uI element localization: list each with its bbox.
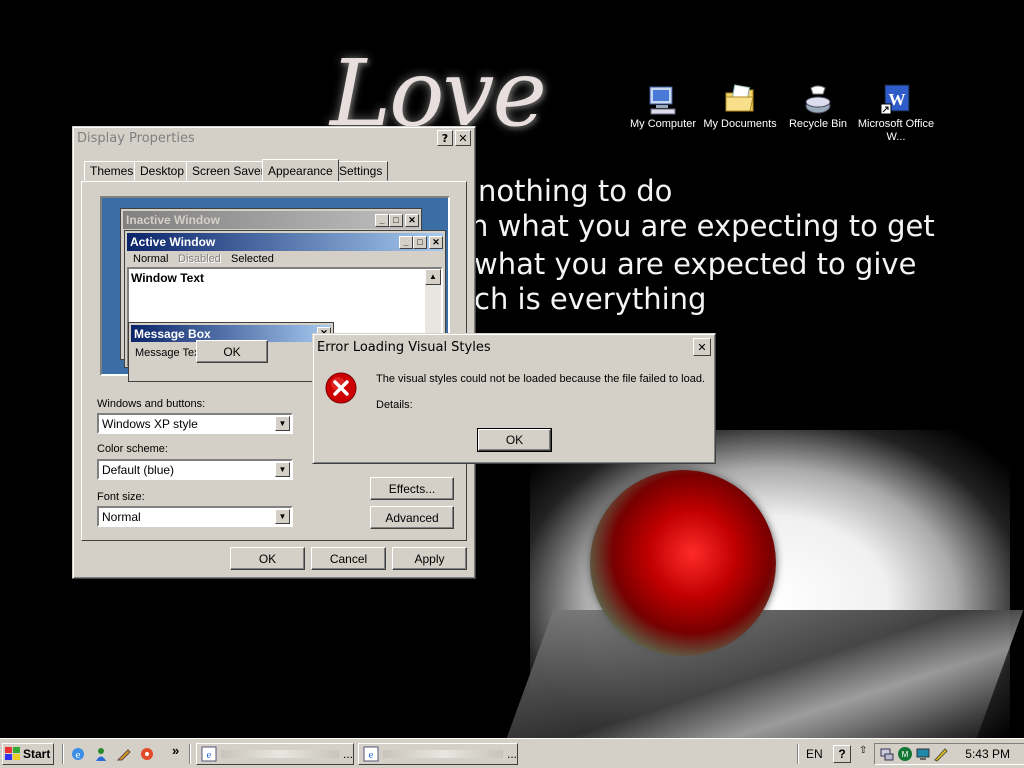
ie-icon[interactable]: e (70, 746, 86, 762)
taskbar-divider (797, 744, 799, 764)
desktop-icon-my-documents[interactable]: My Documents (701, 84, 779, 131)
wallpaper-line: what you are expected to give (474, 247, 917, 281)
folder-documents-icon (723, 84, 757, 116)
font-size-select[interactable]: Normal ▼ (97, 506, 293, 527)
monitor-icon[interactable] (915, 746, 931, 762)
pen-icon[interactable] (933, 746, 949, 762)
windows-buttons-label: Windows and buttons: (97, 398, 206, 410)
ok-button[interactable]: OK (230, 547, 305, 570)
error-details-label: Details: (376, 399, 413, 411)
preview-inactive-title: Inactive Window (126, 213, 220, 227)
error-ok-button[interactable]: OK (477, 428, 552, 452)
help-button[interactable]: ? (437, 130, 453, 146)
desktop-icon-word[interactable]: W Microsoft Office W... (857, 84, 935, 144)
taskbar-divider (62, 744, 64, 764)
preview-menu-disabled: Disabled (178, 253, 221, 265)
preview-menu-selected: Selected (231, 253, 274, 265)
wallpaper-line: nothing to do (478, 174, 673, 208)
windows-buttons-select[interactable]: Windows XP style ▼ (97, 413, 293, 434)
network-icon[interactable] (879, 746, 895, 762)
error-dialog-title: Error Loading Visual Styles (317, 339, 491, 355)
start-button[interactable]: Start (2, 743, 54, 765)
ie-icon: e (363, 746, 379, 762)
error-message: The visual styles could not be loaded be… (376, 373, 705, 385)
wallpaper-line: ch is everything (474, 282, 707, 316)
computer-icon (646, 84, 680, 116)
taskbar: Start e » e ... e ... EN ? ⇧ M 5:43 PM (0, 738, 1024, 768)
word-shortcut-icon: W (879, 84, 913, 116)
maximize-icon: □ (389, 213, 403, 227)
chevron-down-icon[interactable]: ▼ (275, 509, 290, 524)
minimize-icon: _ (399, 235, 413, 249)
task-label-blur (383, 750, 503, 758)
media-icon[interactable] (139, 746, 155, 762)
tab-appearance[interactable]: Appearance (262, 159, 339, 181)
taskbar-task[interactable]: e ... (358, 743, 518, 765)
effects-button[interactable]: Effects... (370, 477, 454, 500)
font-size-label: Font size: (97, 491, 145, 503)
error-icon (325, 372, 357, 407)
close-icon: ✕ (429, 235, 443, 249)
maximize-icon: □ (413, 235, 427, 249)
error-dialog-titlebar[interactable]: Error Loading Visual Styles ✕ (313, 334, 715, 360)
error-dialog: Error Loading Visual Styles ✕ The visual… (312, 333, 716, 464)
task-label-blur (221, 750, 339, 758)
task-label: ... (506, 747, 517, 761)
apply-button[interactable]: Apply (392, 547, 467, 570)
system-tray: M 5:43 PM (874, 743, 1024, 765)
wallpaper-line: n what you are expecting to get (470, 209, 935, 243)
preview-menu-normal: Normal (133, 253, 169, 265)
svg-text:e: e (76, 749, 81, 761)
svg-text:e: e (207, 749, 212, 761)
clock[interactable]: 5:43 PM (965, 747, 1010, 761)
color-scheme-label: Color scheme: (97, 443, 168, 455)
window-title: Display Properties (77, 130, 195, 146)
minimize-icon: _ (375, 213, 389, 227)
preview-window-text: Window Text (131, 271, 204, 285)
tools-icon[interactable] (116, 746, 132, 762)
chevron-down-icon[interactable]: ▼ (275, 416, 290, 431)
color-scheme-select[interactable]: Default (blue) ▼ (97, 459, 293, 480)
windows-logo-icon (5, 747, 20, 761)
error-close-button[interactable]: ✕ (693, 338, 711, 356)
tray-chevron-icon[interactable]: ⇧ (859, 745, 867, 756)
svg-text:e: e (369, 749, 374, 761)
preview-active-title: Active Window (130, 235, 216, 249)
recycle-bin-icon (801, 84, 835, 116)
tab-themes[interactable]: Themes (84, 161, 140, 181)
display-properties-titlebar[interactable]: Display Properties ? ✕ (73, 127, 475, 149)
taskbar-task[interactable]: e ... (196, 743, 354, 765)
desktop-icon-my-computer[interactable]: My Computer (624, 84, 702, 131)
wallpaper-plate (506, 610, 1024, 738)
preview-msgbox-ok: OK (196, 340, 268, 363)
preview-msgbox-title: Message Box (134, 326, 211, 341)
svg-text:M: M (902, 750, 909, 759)
advanced-button[interactable]: Advanced (370, 506, 454, 529)
tab-desktop[interactable]: Desktop (134, 161, 191, 181)
language-indicator[interactable]: EN (806, 747, 823, 761)
taskbar-divider (189, 744, 191, 764)
close-button[interactable]: ✕ (455, 130, 471, 146)
help-icon[interactable]: ? (833, 745, 851, 763)
messenger-icon[interactable] (93, 746, 109, 762)
wallpaper-rose-sphere (590, 470, 776, 656)
cancel-button[interactable]: Cancel (311, 547, 386, 570)
tab-screen-saver[interactable]: Screen Saver (186, 161, 271, 181)
ie-icon: e (201, 746, 217, 762)
quick-launch-chevron[interactable]: » (172, 743, 179, 758)
tab-settings[interactable]: Settings (333, 161, 389, 181)
chevron-down-icon[interactable]: ▼ (275, 462, 290, 477)
preview-msgbox-text: Message Text (135, 347, 203, 359)
desktop-icon-recycle-bin[interactable]: Recycle Bin (779, 84, 857, 131)
close-icon: ✕ (405, 213, 419, 227)
scroll-up-icon: ▲ (425, 269, 441, 285)
task-label: ... (342, 747, 353, 761)
antivirus-icon[interactable]: M (897, 746, 913, 762)
